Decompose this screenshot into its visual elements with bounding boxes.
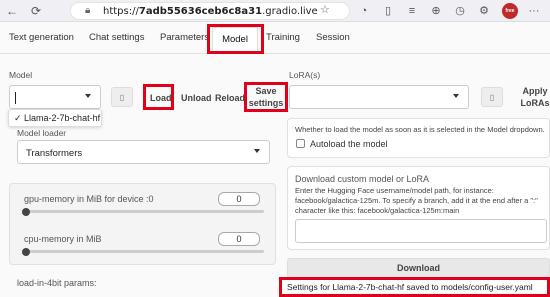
download-desc-line2: facebook/galactica-125m. To specify a br… xyxy=(295,196,538,205)
apply-loras-button[interactable]: Apply LoRAs xyxy=(520,85,550,109)
back-icon[interactable]: ← xyxy=(4,3,20,19)
profile-avatar[interactable]: free xyxy=(502,3,518,19)
download-path-input[interactable] xyxy=(295,219,547,243)
cpu-memory-slider[interactable] xyxy=(24,250,264,253)
tab-model[interactable]: Model xyxy=(212,27,258,51)
unload-button[interactable]: Unload xyxy=(181,93,212,103)
tab-chat-settings[interactable]: Chat settings xyxy=(89,32,144,43)
tab-parameters[interactable]: Parameters xyxy=(160,32,209,43)
reload-icon[interactable]: ⟳ xyxy=(28,3,44,19)
cpu-memory-label: cpu-memory in MiB xyxy=(24,234,102,244)
autoload-description: Whether to load the model as soon as it … xyxy=(295,125,545,134)
tab-session[interactable]: Session xyxy=(316,32,350,43)
model-dropdown-popup: ✓ Llama-2-7b-chat-hf xyxy=(8,109,102,127)
chevron-down-icon xyxy=(254,149,260,153)
collections-icon[interactable]: ≡ xyxy=(404,3,420,19)
history-icon[interactable]: ◷ xyxy=(452,3,468,19)
model-dropdown[interactable] xyxy=(9,85,101,109)
gpu-memory-input[interactable]: 0 xyxy=(218,192,260,206)
url-text: https://7adb55636ceb6c8a31.gradio.live xyxy=(103,6,318,17)
model-loader-dropdown[interactable]: Transformers xyxy=(17,140,270,164)
model-loader-value: Transformers xyxy=(26,148,83,159)
load-in-4bit-label: load-in-4bit params: xyxy=(17,278,97,288)
autoload-checkbox-label: Autoload the model xyxy=(310,139,388,149)
download-button[interactable]: Download xyxy=(287,258,550,278)
load-button[interactable]: Load xyxy=(150,93,172,103)
cpu-memory-slider-thumb[interactable] xyxy=(22,248,30,256)
model-label: Model xyxy=(9,70,33,80)
dropdown-option-llama[interactable]: ✓ Llama-2-7b-chat-hf xyxy=(14,113,100,124)
gpu-memory-label: gpu-memory in MiB for device :0 xyxy=(24,194,154,204)
download-desc-line3: character like this: facebook/galactica-… xyxy=(295,206,460,215)
save-settings-button[interactable]: Save settings xyxy=(247,85,285,109)
gpu-memory-slider[interactable] xyxy=(24,210,264,213)
download-desc-line1: Enter the Hugging Face username/model pa… xyxy=(295,186,494,195)
reload-button[interactable]: Reload xyxy=(215,93,245,103)
address-bar[interactable]: 🔒︎ https://7adb55636ceb6c8a31.gradio.liv… xyxy=(70,2,350,20)
pocket-icon[interactable]: ◔ xyxy=(356,3,372,19)
lora-dropdown[interactable] xyxy=(289,85,469,109)
lock-icon: 🔒︎ xyxy=(85,5,91,16)
tab-training[interactable]: Training xyxy=(266,32,300,43)
lora-label: LoRA(s) xyxy=(289,70,321,80)
tracking-protection-icon[interactable]: ⚙ xyxy=(476,3,492,19)
refresh-loras-button[interactable]: ▯ xyxy=(481,87,503,107)
bookmark-star-icon[interactable]: ☆ xyxy=(320,3,330,16)
chevron-down-icon xyxy=(453,94,459,98)
gpu-memory-slider-thumb[interactable] xyxy=(22,208,30,216)
refresh-models-button[interactable]: ▯ xyxy=(111,87,133,107)
browser-toolbar: ← ⟳ 🔒︎ https://7adb55636ceb6c8a31.gradio… xyxy=(0,0,550,22)
chevron-down-icon xyxy=(85,94,91,98)
download-title: Download custom model or LoRA xyxy=(295,174,430,184)
model-loader-label: Model loader xyxy=(17,128,67,138)
autoload-panel xyxy=(287,118,550,158)
autoload-checkbox[interactable] xyxy=(296,139,305,148)
main-tabs: Text generation Chat settings Parameters… xyxy=(0,24,550,54)
text-cursor xyxy=(15,92,16,104)
status-message: Settings for Llama-2-7b-chat-hf saved to… xyxy=(279,278,550,297)
reader-view-icon[interactable]: ▯ xyxy=(380,3,396,19)
tab-text-generation[interactable]: Text generation xyxy=(9,32,74,43)
cpu-memory-input[interactable]: 0 xyxy=(218,232,260,246)
extensions-icon[interactable]: ⊕ xyxy=(428,3,444,19)
more-menu-icon[interactable]: ··· xyxy=(526,3,542,19)
